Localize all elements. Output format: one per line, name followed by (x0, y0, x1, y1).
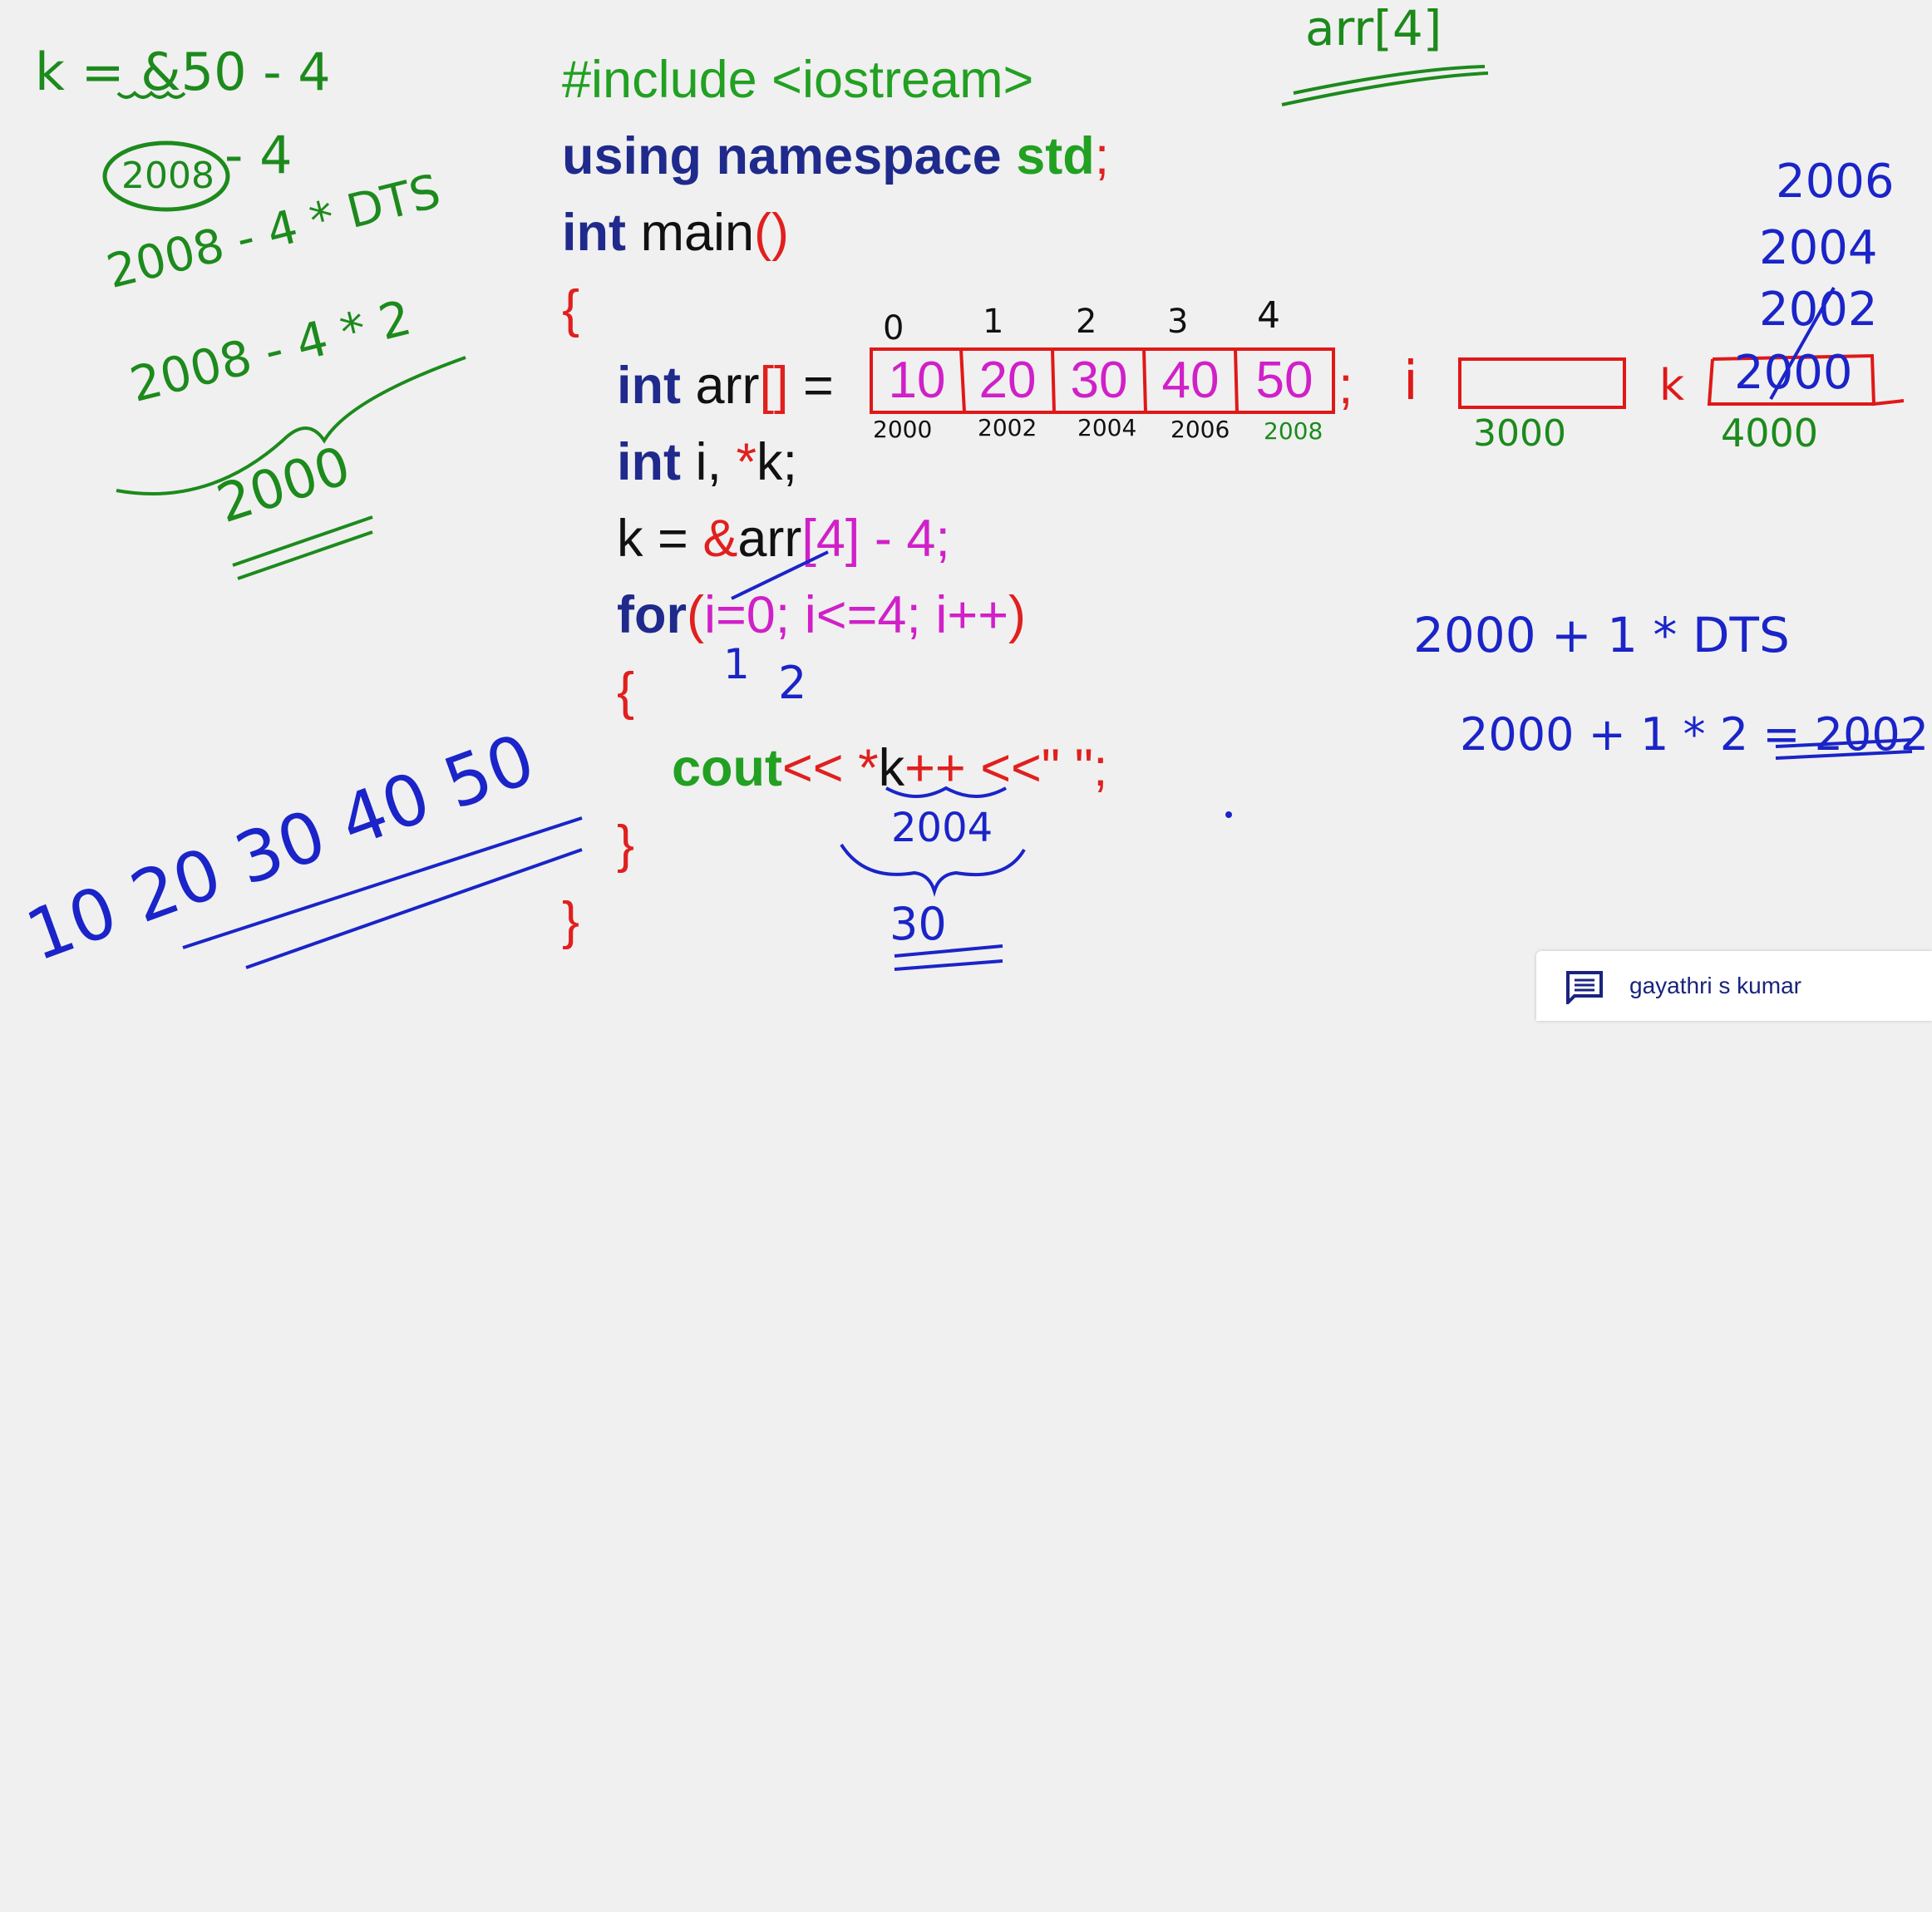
array-address: 2006 (1171, 416, 1230, 443)
array-index: 0 (883, 309, 904, 347)
k-value: 2000 (1734, 346, 1853, 400)
strike-mark (731, 550, 829, 600)
array-address: 2000 (873, 416, 933, 443)
brace-mark (885, 786, 1007, 798)
note-arr4: arr[4] (1305, 0, 1442, 57)
array-address: 2008 (1264, 417, 1323, 445)
dot (1225, 811, 1232, 818)
array-cell: 20 (978, 352, 1037, 409)
k-stack-item: 2002 (1759, 283, 1878, 337)
cout-addr: 2004 (891, 805, 993, 851)
array-address: 2002 (978, 414, 1037, 441)
cout-value: 30 (890, 898, 947, 950)
calc-result: 2000 + 1 * 2 = 2002 (1460, 708, 1930, 761)
array-cell: 30 (1070, 352, 1128, 409)
comment-icon[interactable] (1566, 971, 1603, 1004)
array-address: 2004 (1077, 414, 1137, 441)
array-index: 4 (1257, 294, 1280, 337)
array-cell: 50 (1255, 352, 1313, 409)
i-box (1458, 357, 1626, 409)
whiteboard-canvas: #include <iostream> using namespace std;… (0, 0, 1932, 1021)
brace-mark (840, 843, 1026, 897)
underline (1281, 65, 1489, 106)
for-old-i: 1 (723, 640, 750, 688)
note-k-eq: k = &50 - 4 (35, 42, 331, 102)
array-cell: 10 (888, 352, 946, 409)
k-stack-item: 2004 (1759, 221, 1878, 275)
k-stack-item: 2006 (1776, 155, 1895, 209)
note-minus4: - 4 (224, 125, 293, 185)
calc-dts: 2000 + 1 * DTS (1413, 607, 1790, 663)
i-address: 3000 (1473, 412, 1566, 455)
array-index: 2 (1076, 303, 1097, 341)
label-i: i (1403, 351, 1418, 412)
array-cell: 40 (1161, 352, 1220, 409)
array-index: 1 (983, 303, 1004, 341)
commenter-name: gayathri s kumar (1629, 973, 1801, 998)
comment-chip[interactable]: gayathri s kumar (1536, 951, 1932, 1021)
label-k: k (1659, 361, 1685, 411)
array-index: 3 (1167, 303, 1189, 341)
note-2008: 2008 (121, 155, 214, 197)
k-address: 4000 (1721, 411, 1819, 456)
for-new-i: 2 (778, 657, 807, 709)
